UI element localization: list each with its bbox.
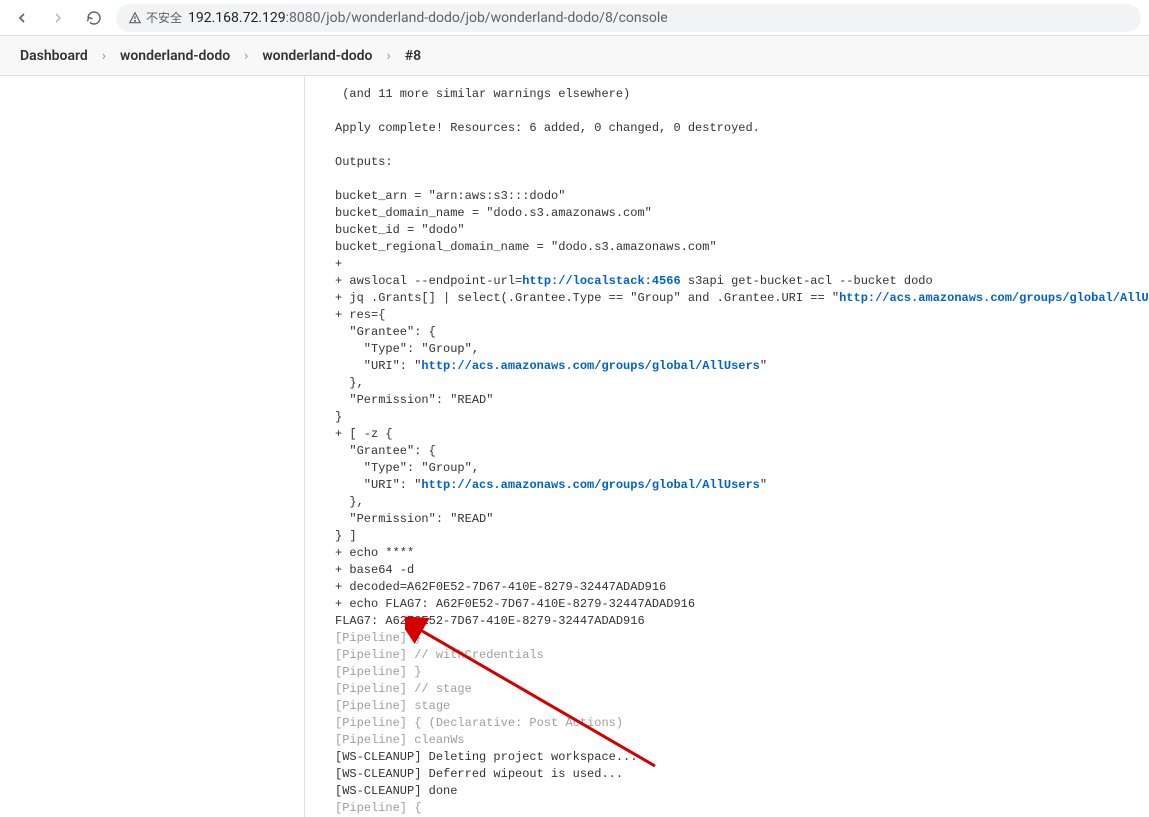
link-allusers[interactable]: http://acs.amazonaws.com/groups/global/A… (421, 359, 759, 373)
breadcrumb-folder[interactable]: wonderland-dodo (120, 48, 230, 64)
breadcrumb-job[interactable]: wonderland-dodo (262, 48, 372, 64)
breadcrumb-dashboard[interactable]: Dashboard (20, 48, 88, 64)
console-text: (and 11 more similar warnings elsewhere)… (335, 86, 1149, 817)
sidebar (0, 76, 305, 817)
address-bar[interactable]: 不安全 192.168.72.129:8080/job/wonderland-d… (116, 4, 1141, 32)
insecure-label: 不安全 (146, 9, 182, 26)
forward-button[interactable] (44, 4, 72, 32)
chevron-right-icon: › (102, 48, 106, 64)
link-allusers[interactable]: http://acs.amazonaws.com/groups/global/A… (421, 478, 759, 492)
url-text: 192.168.72.129:8080/job/wonderland-dodo/… (188, 10, 668, 26)
chevron-right-icon: › (244, 48, 248, 64)
reload-button[interactable] (80, 4, 108, 32)
back-button[interactable] (8, 4, 36, 32)
content: (and 11 more similar warnings elsewhere)… (0, 76, 1149, 817)
breadcrumb-build[interactable]: #8 (405, 48, 421, 64)
chevron-right-icon: › (386, 48, 390, 64)
browser-toolbar: 不安全 192.168.72.129:8080/job/wonderland-d… (0, 0, 1149, 36)
link-localstack[interactable]: http://localstack:4566 (522, 274, 680, 288)
breadcrumb: Dashboard › wonderland-dodo › wonderland… (0, 36, 1149, 76)
link-allusers[interactable]: http://acs.amazonaws.com/groups/global/A… (839, 291, 1149, 305)
insecure-badge: 不安全 (128, 9, 182, 26)
console-output: (and 11 more similar warnings elsewhere)… (305, 76, 1149, 817)
